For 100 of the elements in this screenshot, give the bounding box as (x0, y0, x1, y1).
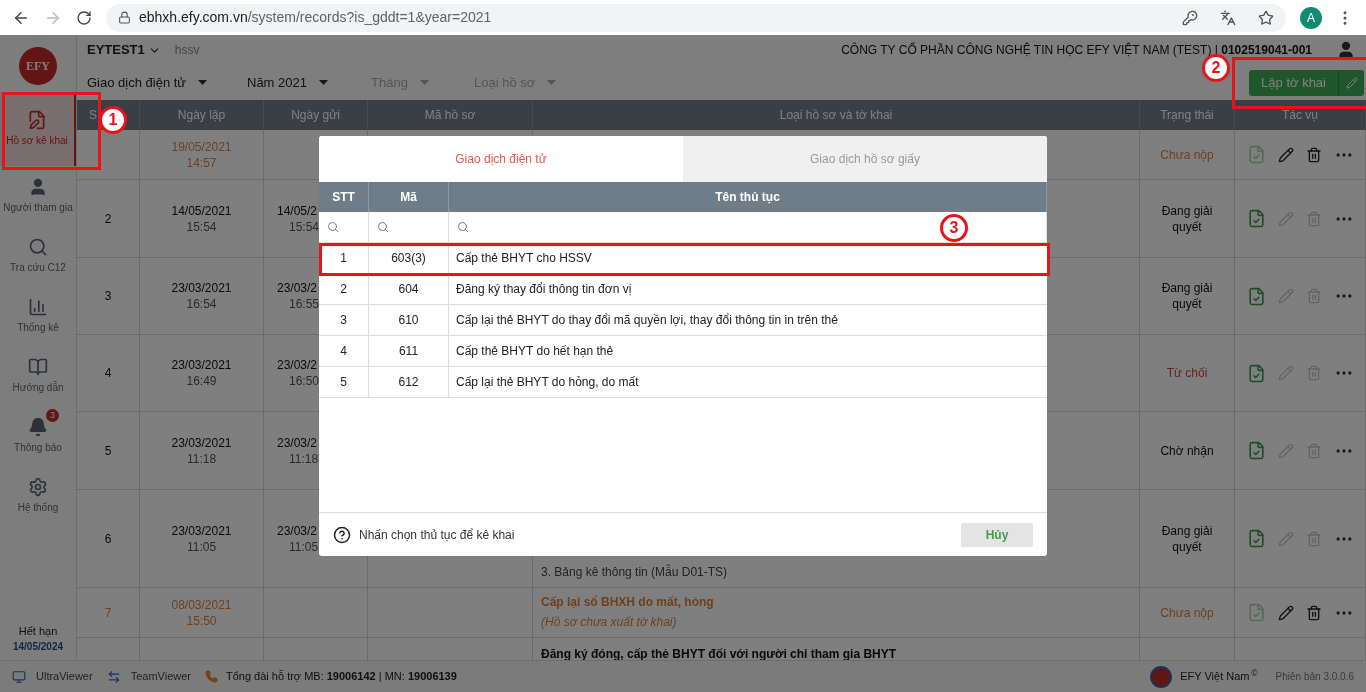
procedure-row[interactable]: 2 604 Đăng ký thay đổi thông tin đơn vị (319, 274, 1047, 305)
created-time: 16:54 (186, 296, 217, 312)
created-time: 14:57 (186, 154, 217, 171)
sent-date: 23/03/2 (277, 434, 318, 451)
bar-chart-icon (28, 297, 48, 317)
column-header: STT (319, 182, 369, 212)
record-form-line: 3. Bảng kê thông tin (Mẫu D01-TS) (541, 563, 729, 581)
created-date: 19/05/2021 (171, 138, 232, 155)
translate-icon[interactable] (1220, 9, 1236, 26)
document-check-icon[interactable] (1246, 209, 1266, 228)
record-type-note: (Hồ sơ chưa xuất tờ khai) (541, 614, 678, 631)
sidebar-item[interactable]: Thông báo 3 (0, 406, 76, 466)
created-time: 11:05 (186, 538, 217, 555)
account-selector[interactable]: EYTEST1 (87, 40, 161, 60)
brand-name: EFY Việt Nam $^{©}$ (1180, 668, 1258, 685)
created-date: 23/03/2021 (171, 522, 232, 539)
sidebar-item[interactable]: Thống kê (0, 286, 76, 346)
sidebar-item[interactable]: Tra cứu C12 (0, 226, 76, 286)
search-icon (377, 221, 389, 233)
created-time: 15:50 (186, 612, 217, 629)
created-date: 23/03/2021 (171, 280, 232, 296)
status-text: Đang giải quyết (1160, 202, 1214, 235)
pencil-icon[interactable] (1277, 146, 1294, 163)
sent-date: 14/05/2 (277, 202, 318, 219)
profile-avatar[interactable]: A (1300, 6, 1322, 29)
caret-icon (319, 80, 328, 85)
reload-icon[interactable] (76, 9, 92, 26)
row-number: 5 (104, 442, 112, 460)
star-icon[interactable] (1258, 9, 1274, 26)
cancel-button[interactable]: Hủy (961, 522, 1033, 547)
search-icon (457, 221, 469, 233)
sidebar-item[interactable]: Hướng dẫn (0, 346, 76, 406)
address-bar[interactable]: ebhxh.efy.com.vn/system/records?is_gddt=1&year=2021 (106, 3, 1286, 32)
filter-dropdown[interactable]: Năm 2021 (247, 72, 371, 93)
pencil-icon (1345, 76, 1358, 89)
document-check-icon[interactable] (1246, 529, 1266, 548)
row-number: 4 (104, 365, 112, 382)
column-header: Mã (369, 182, 449, 212)
hotline-text: Tổng đài hỗ trợ MB: 19006142 | MN: 19006139 (226, 669, 457, 685)
status-text: Từ chối (1165, 365, 1209, 381)
sent-date: 23/03/2 (277, 357, 318, 373)
remote-tool-link[interactable]: TeamViewer (130, 668, 191, 685)
document-check-icon[interactable] (1246, 603, 1266, 622)
procedure-row[interactable]: 4 611 Cấp thẻ BHYT do hết hạn thẻ (319, 336, 1047, 367)
status-text: Chưa nộp (1159, 604, 1215, 621)
search-icon (327, 221, 339, 233)
procedure-row[interactable]: 3 610 Cấp lại thẻ BHYT do thay đổi mã quyền lợi, thay đổi thông tin in trên thẻ (319, 305, 1047, 336)
lock-icon (118, 11, 131, 24)
sidebar-item[interactable]: Hồ sơ kê khai (0, 92, 76, 166)
dialog-tab[interactable]: Giao dịch hồ sơ giấy (683, 136, 1047, 182)
created-time: 11:18 (186, 450, 217, 467)
status-text: Chờ nhận (1159, 442, 1215, 459)
created-date: 08/03/2021 (171, 596, 232, 613)
row-number: 2 (104, 210, 112, 228)
sent-time: 15:54 (289, 218, 320, 235)
remote-tool-link[interactable]: UltraViewer (36, 668, 93, 685)
sidebar-item[interactable]: Hệ thống (0, 466, 76, 526)
caret-icon (547, 80, 557, 85)
column-header: Tên thủ tục (449, 182, 1047, 212)
search-icon (28, 237, 48, 257)
document-check-icon[interactable] (1246, 286, 1266, 306)
document-check-icon[interactable] (1246, 441, 1266, 460)
created-time: 16:49 (186, 373, 217, 389)
procedure-row[interactable]: 1 603(3) Cấp thẻ BHYT cho HSSV (319, 243, 1047, 274)
settings-icon (28, 477, 48, 497)
arrows-icon (106, 669, 121, 684)
row-number: 7 (104, 604, 112, 622)
pencil-icon[interactable] (1277, 604, 1294, 621)
status-text: Đang giải quyết (1160, 522, 1214, 555)
column-header: Ngày lập (140, 100, 264, 130)
column-header: Tác vụ (1235, 100, 1366, 130)
document-check-icon[interactable] (1246, 145, 1266, 164)
status-text: Chưa nộp (1159, 146, 1215, 163)
bell-icon (28, 417, 48, 437)
created-date: 23/03/2021 (171, 357, 232, 373)
caret-icon (419, 80, 429, 85)
delete-icon[interactable] (1305, 146, 1322, 163)
user-icon[interactable] (1336, 40, 1356, 60)
sent-time: 11:05 (289, 538, 319, 555)
row-number: 6 (104, 530, 112, 548)
expiry-label: Hết hạn (18, 623, 58, 639)
sidebar-item[interactable]: Người tham gia (0, 166, 76, 226)
dialog-hint: Nhấn chọn thủ tục để kê khai (359, 526, 515, 544)
filter-dropdown[interactable]: Giao dịch điện tử (87, 72, 247, 93)
procedure-row[interactable]: 5 612 Cấp lại thẻ BHYT do hỏng, do mất (319, 367, 1047, 398)
key-icon[interactable] (1182, 9, 1198, 26)
unit-name: hssv (174, 42, 200, 59)
create-declaration-button[interactable]: Lập tờ khai (1249, 69, 1364, 96)
url-text: ebhxh.efy.com.vn/system/records?is_gddt=1&year=2021 (139, 8, 493, 27)
sent-time: 16:55 (289, 296, 320, 312)
document-check-icon[interactable] (1246, 363, 1266, 383)
created-date: 14/05/2021 (171, 202, 232, 219)
delete-icon[interactable] (1305, 604, 1322, 621)
book-icon (28, 357, 48, 377)
sent-time: 11:18 (289, 450, 319, 467)
sent-date: 23/03/2 (277, 522, 318, 539)
column-header: Loại hồ sơ và tờ khai (533, 100, 1140, 130)
brand-logo (1150, 665, 1173, 688)
created-time: 15:54 (186, 218, 217, 235)
help-icon (333, 525, 351, 544)
